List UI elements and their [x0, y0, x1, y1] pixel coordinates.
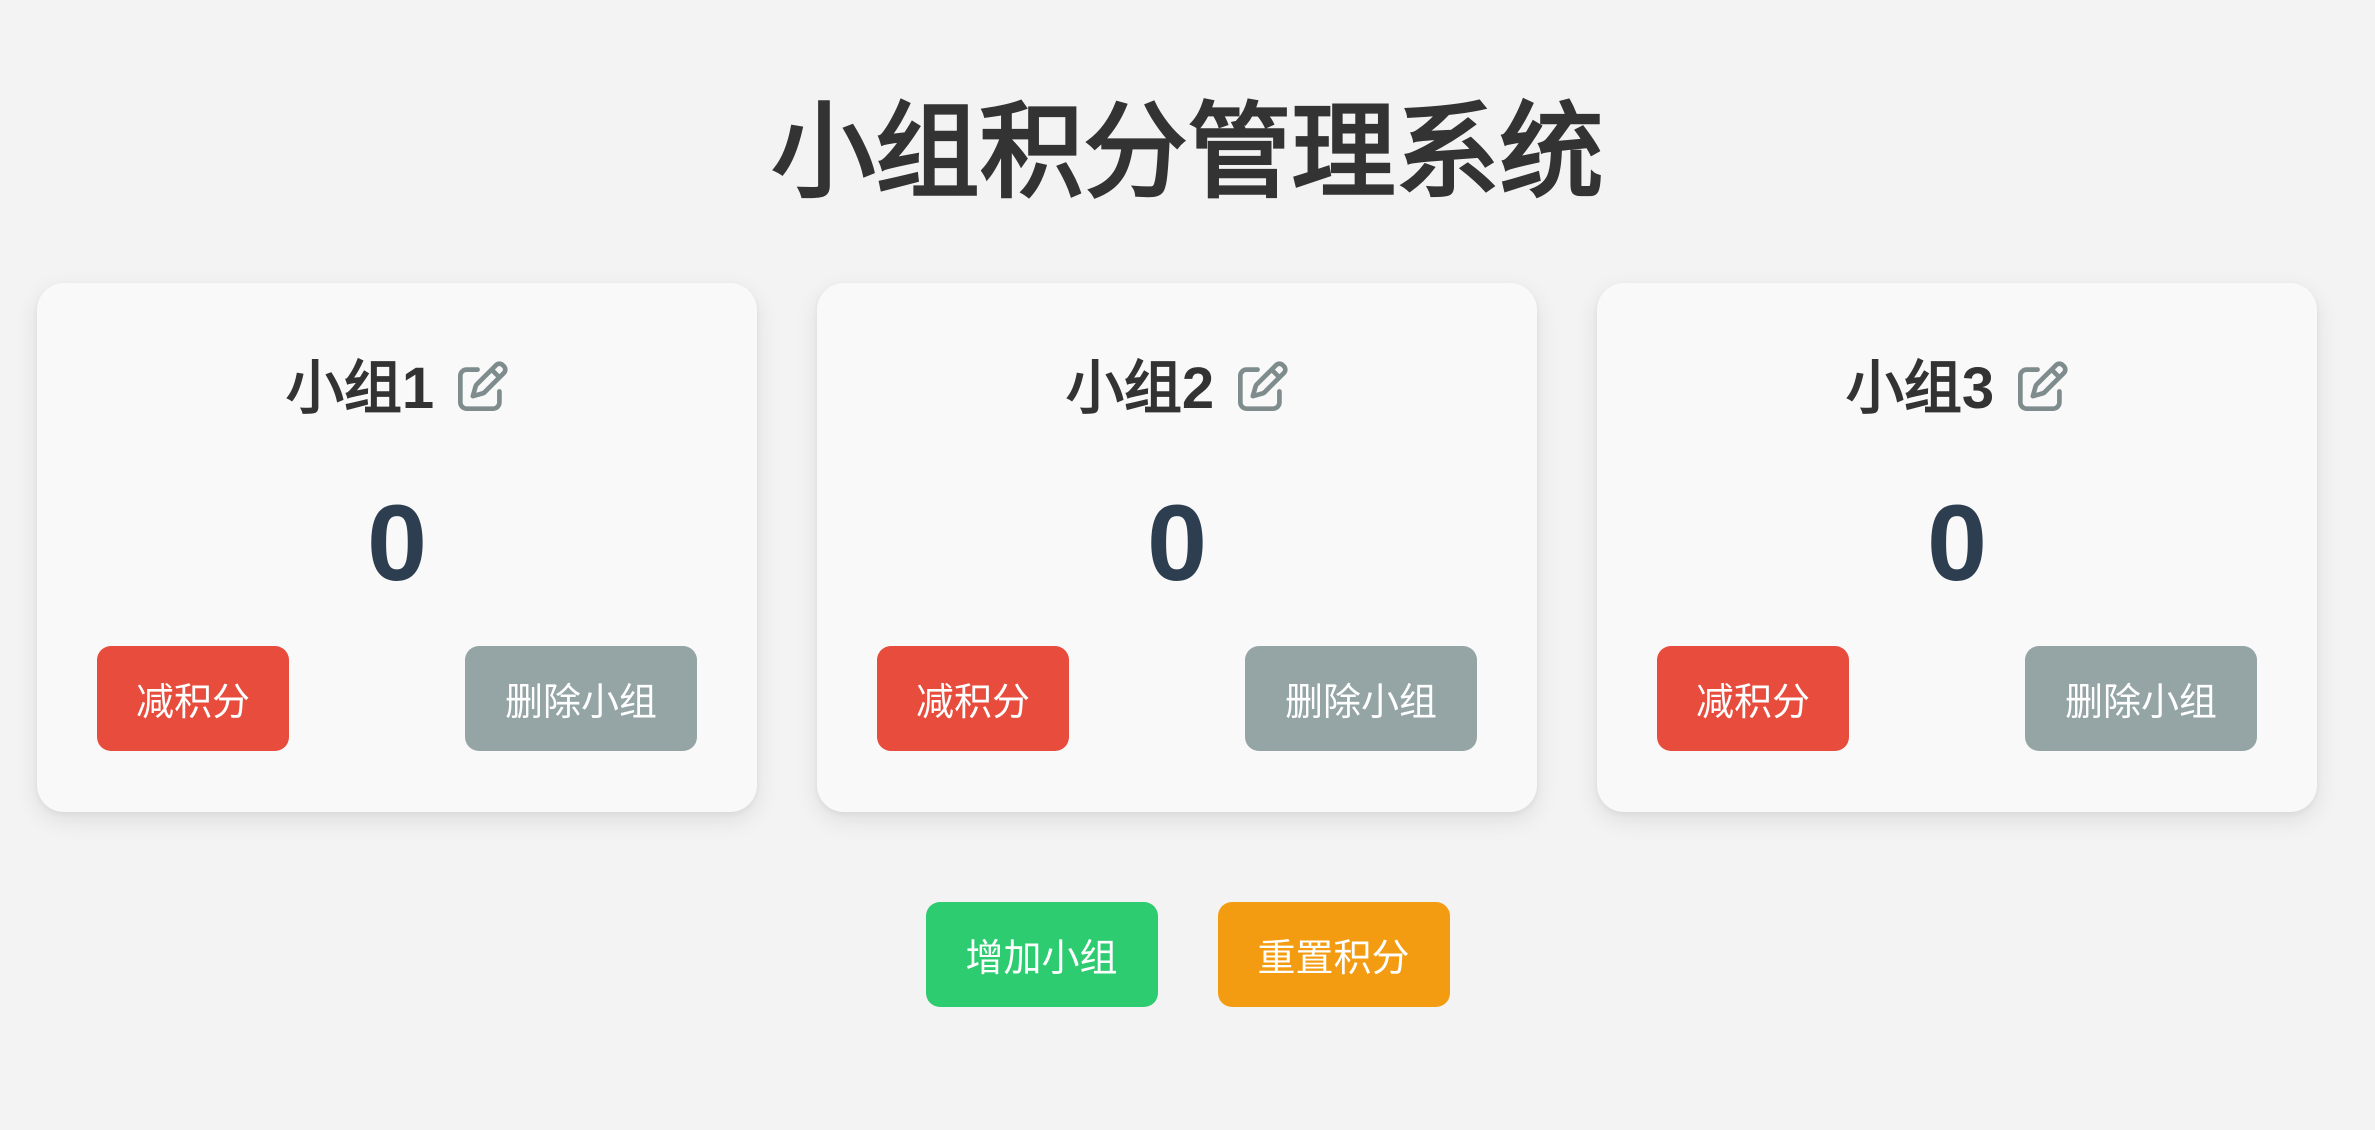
delete-group-button[interactable]: 删除小组 — [2025, 646, 2257, 751]
reset-scores-button[interactable]: 重置积分 — [1217, 902, 1450, 1007]
minus-score-button[interactable]: 减积分 — [877, 646, 1069, 751]
group-cards: 小组1 0 减积分 删除小组 小组2 0 减积分 删除小组 小组3 0 减积分 … — [37, 283, 2317, 812]
group-name: 小组2 — [1065, 356, 1215, 421]
group-score: 0 — [1926, 482, 1988, 603]
minus-score-button[interactable]: 减积分 — [97, 646, 289, 751]
delete-group-button[interactable]: 删除小组 — [465, 646, 697, 751]
page-title: 小组积分管理系统 — [771, 95, 1604, 211]
group-card: 小组1 0 减积分 删除小组 — [37, 283, 757, 812]
group-score: 0 — [366, 482, 428, 603]
group-name: 小组1 — [285, 356, 435, 421]
edit-icon[interactable] — [1238, 361, 1288, 411]
group-card-header: 小组3 — [1597, 353, 2317, 425]
group-name: 小组3 — [1845, 356, 1995, 421]
group-card-header: 小组2 — [817, 353, 1537, 425]
bottom-actions: 增加小组 重置积分 — [0, 902, 2375, 1007]
add-group-button[interactable]: 增加小组 — [925, 902, 1158, 1007]
edit-icon[interactable] — [2018, 361, 2068, 411]
group-card: 小组2 0 减积分 删除小组 — [817, 283, 1537, 812]
minus-score-button[interactable]: 减积分 — [1657, 646, 1849, 751]
group-card: 小组3 0 减积分 删除小组 — [1597, 283, 2317, 812]
delete-group-button[interactable]: 删除小组 — [1245, 646, 1477, 751]
group-card-header: 小组1 — [37, 353, 757, 425]
edit-icon[interactable] — [458, 361, 508, 411]
group-score: 0 — [1146, 482, 1208, 603]
